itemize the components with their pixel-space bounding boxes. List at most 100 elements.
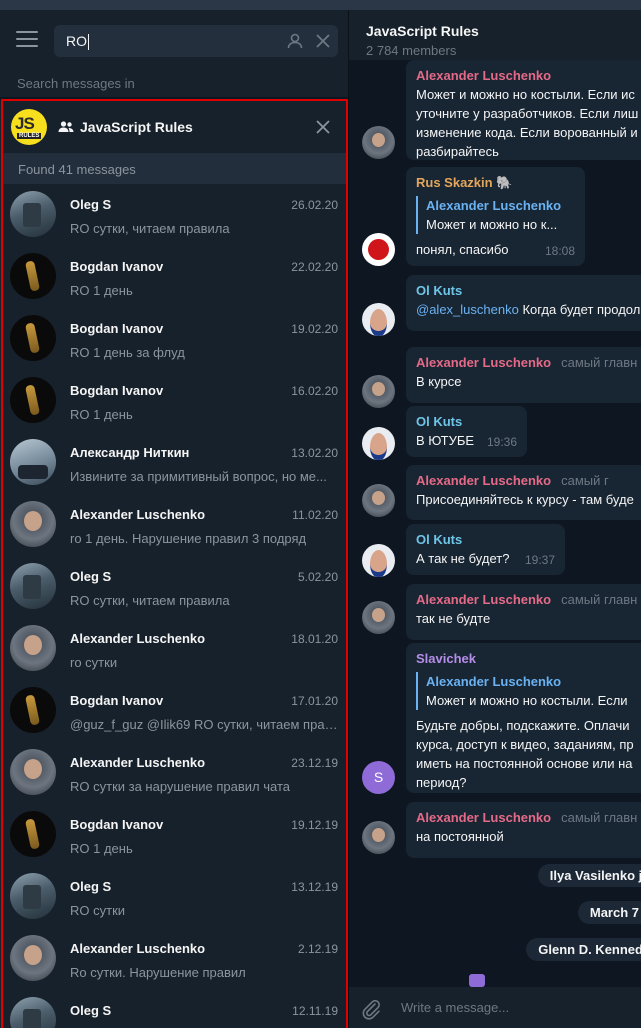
result-sender: Alexander Luschenko [70,631,206,646]
avatar[interactable] [362,601,395,634]
avatar [10,253,56,299]
avatar [10,935,56,981]
chat-panel: JavaScript Rules 2 784 members Alexander… [349,10,641,1028]
close-icon[interactable] [314,118,332,141]
mention-link[interactable]: @alex_luschenko [416,302,519,317]
message-bubble[interactable]: Alexander Luschenko самый главн на постоя… [406,802,641,858]
search-result-row[interactable]: Oleg S 5.02.20 RO сутки, читаем правила [3,556,346,618]
search-result-row[interactable]: Alexander Luschenko 2.12.19 Ro сутки. Нару… [3,928,346,990]
avatar[interactable] [362,303,395,336]
result-date: 16.02.20 [291,384,338,398]
search-result-row[interactable]: Bogdan Ivanov 22.02.20 RO 1 день [3,246,346,308]
result-date: 13.02.20 [291,446,338,460]
menu-icon[interactable] [16,31,38,49]
result-sender: Bogdan Ivanov [70,383,164,398]
avatar [10,501,56,547]
result-date: 22.02.20 [291,260,338,274]
message-bubble[interactable]: Ol Kuts В ЮТУБЕ 19:36 [406,406,527,457]
result-sender: Bogdan Ivanov [70,693,164,708]
telegram-window: RO Search messages in JS RULES JavaScrip… [0,0,641,1028]
search-result-row[interactable]: Alexander Luschenko 18.01.20 ro сутки [3,618,346,680]
clear-search-icon[interactable] [314,32,332,55]
avatar [10,315,56,361]
service-message: Glenn D. Kennedy joi [526,938,641,961]
result-date: 5.02.20 [297,570,338,584]
search-result-row[interactable]: Александр Ниткин 13.02.20 Извините за прим… [3,432,346,494]
result-sender: Bogdan Ivanov [70,817,164,832]
result-sender: Alexander Luschenko [70,507,206,522]
avatar [10,563,56,609]
search-user-icon[interactable] [286,32,304,55]
avatar [10,749,56,795]
avatar [10,377,56,423]
result-sender: Oleg S [70,569,112,584]
search-result-row[interactable]: Oleg S 12.11.19 [3,990,346,1028]
result-date: 11.02.20 [292,508,338,522]
result-date: 23.12.19 [291,756,338,770]
result-snippet: RO сутки [70,903,126,918]
result-snippet: RO 1 день [70,407,133,422]
search-result-row[interactable]: Oleg S 13.12.19 RO сутки [3,866,346,928]
message-composer[interactable]: Write a message... [349,987,641,1028]
avatar [10,873,56,919]
search-chat-filter[interactable]: JS RULES JavaScript Rules [3,101,346,153]
avatar [10,997,56,1028]
message-input[interactable]: Write a message... [401,1000,509,1015]
search-in-label: Search messages in [17,76,135,91]
chat-logo: JS RULES [11,109,47,145]
message-bubble[interactable]: Slavichek Alexander Luschenko Может и мо… [406,643,641,793]
result-snippet: ro сутки [70,655,118,670]
reply-quote[interactable]: Alexander Luschenko Может и можно но к..… [416,196,575,234]
result-snippet: RO 1 день [70,283,133,298]
avatar[interactable] [362,427,395,460]
result-sender: Александр Ниткин [70,445,190,460]
result-snippet: Извините за примитивный вопрос, но ме... [70,469,327,484]
result-date: 18.01.20 [291,632,338,646]
message-bubble[interactable]: Alexander Luschenkoсамый главн В курсе 1… [406,347,641,403]
result-sender: Oleg S [70,197,112,212]
avatar[interactable] [362,126,395,159]
result-date: 13.12.19 [291,880,338,894]
search-result-row[interactable]: Bogdan Ivanov 17.01.20 @guz_f_guz @Ilik69 … [3,680,346,742]
avatar[interactable] [362,233,395,266]
search-input-value[interactable]: RO [66,33,89,51]
sticker-fragment [469,974,485,987]
result-list: Oleg S 26.02.20 RO сутки, читаем правила Bo… [3,184,346,1028]
avatar[interactable] [362,821,395,854]
reply-quote[interactable]: Alexander Luschenko Может и можно но кос… [416,672,641,710]
result-sender: Bogdan Ivanov [70,259,164,274]
message-bubble[interactable]: Alexander Luschenko Может и можно но кос… [406,60,641,160]
result-sender: Alexander Luschenko [70,755,206,770]
search-result-row[interactable]: Alexander Luschenko 11.02.20 ro 1 день. На… [3,494,346,556]
message-bubble[interactable]: Rus Skazkin 🐘 Alexander Luschenko Может … [406,167,585,266]
avatar [10,811,56,857]
avatar[interactable] [362,544,395,577]
search-result-row[interactable]: Bogdan Ivanov 19.12.19 RO 1 день [3,804,346,866]
avatar [10,191,56,237]
search-result-row[interactable]: Bogdan Ivanov 16.02.20 RO 1 день [3,370,346,432]
result-snippet: ro 1 день. Нарушение правил 3 подряд [70,531,307,546]
result-sender: Oleg S [70,1003,112,1018]
avatar[interactable] [362,375,395,408]
message-bubble[interactable]: Ol Kuts А так не будет? 19:37 [406,524,565,575]
result-sender: Oleg S [70,879,112,894]
message-bubble[interactable]: Alexander Luschenko самый г Присоединяйте… [406,465,641,520]
result-date: 19.02.20 [291,322,338,336]
search-result-row[interactable]: Oleg S 26.02.20 RO сутки, читаем правила [3,184,346,246]
search-field[interactable]: RO [54,25,338,57]
chat-header[interactable]: JavaScript Rules 2 784 members [349,10,641,60]
avatar [10,687,56,733]
message-bubble[interactable]: Ol Kuts @alex_luschenko Когда будет прод… [406,275,641,331]
result-date: 17.01.20 [291,694,338,708]
avatar[interactable]: S [362,761,395,794]
search-result-row[interactable]: Bogdan Ivanov 19.02.20 RO 1 день за флуд [3,308,346,370]
result-date: 2.12.19 [297,942,338,956]
search-result-row[interactable]: Alexander Luschenko 23.12.19 RO сутки за н… [3,742,346,804]
chat-header-title: JavaScript Rules [366,23,479,39]
member-count: 2 784 members [366,43,457,58]
message-bubble[interactable]: Alexander Luschenko самый главн так не бу… [406,584,641,640]
avatar[interactable] [362,484,395,517]
search-results-panel: JS RULES JavaScript Rules Found 41 messa… [1,99,348,1028]
paperclip-icon[interactable] [361,998,381,1025]
result-date: 19.12.19 [291,818,338,832]
